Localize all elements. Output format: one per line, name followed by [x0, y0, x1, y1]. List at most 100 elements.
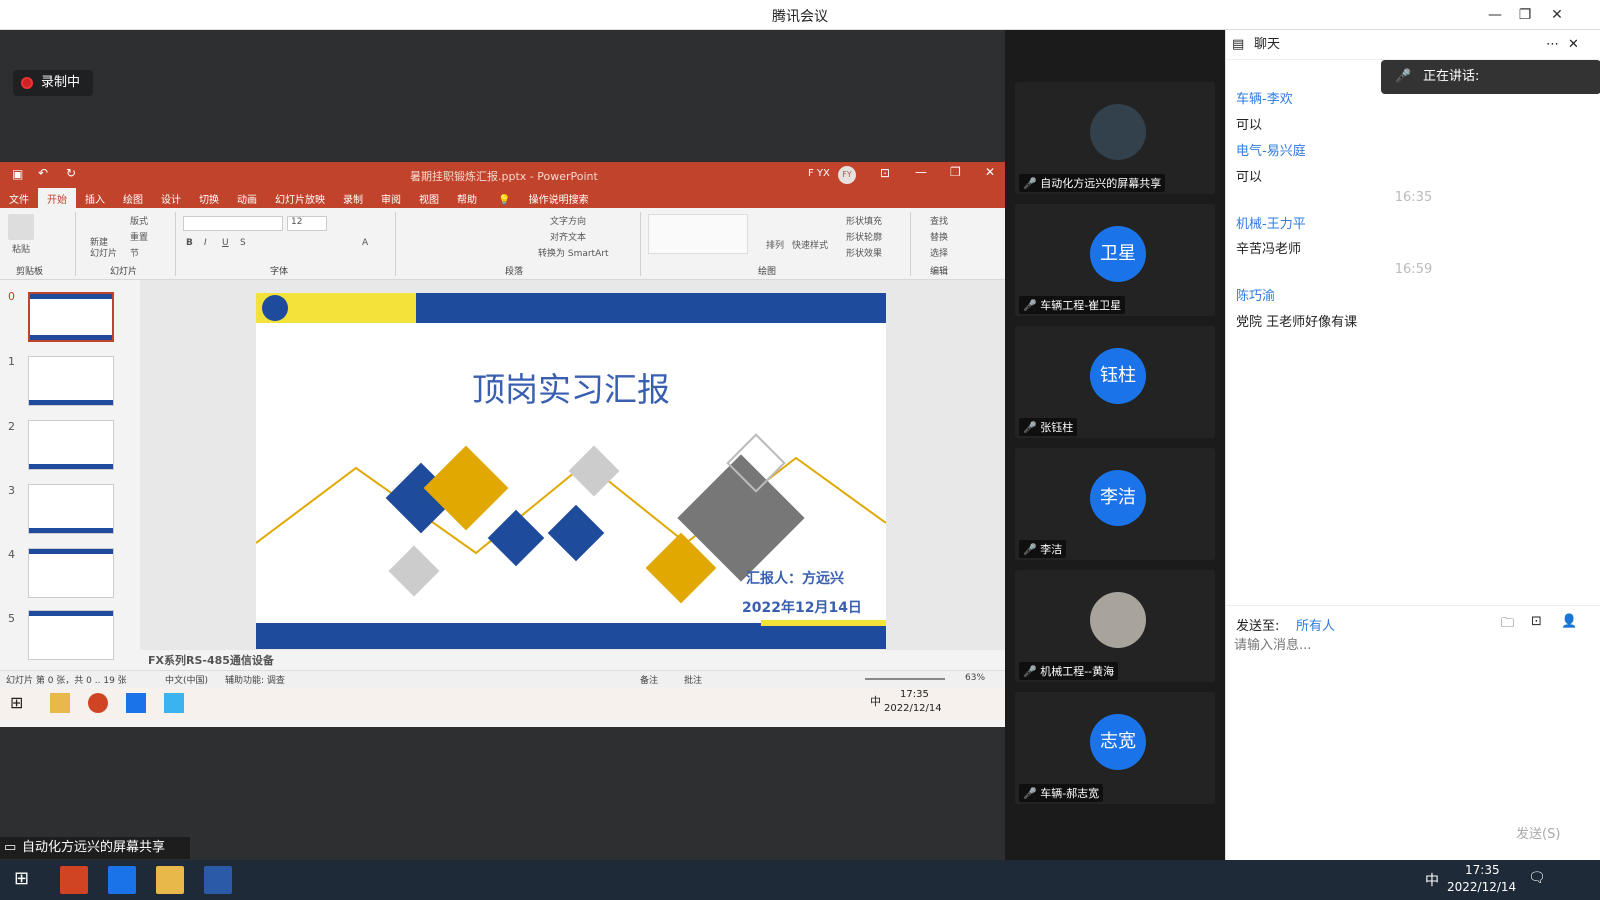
ppt-search-hint[interactable]: 操作说明搜索 — [520, 188, 598, 209]
tab-home[interactable]: 开始 — [38, 188, 76, 209]
chat-message: 辛苦冯老师 — [1236, 242, 1302, 257]
ime-indicator[interactable]: 中 — [870, 693, 881, 709]
ppt-restore-icon[interactable]: ❐ — [950, 165, 961, 179]
chat-sender[interactable]: 车辆-李欢 — [1236, 88, 1293, 107]
send-to-dropdown[interactable]: 所有人 — [1296, 615, 1335, 634]
redo-icon[interactable]: ↻ — [66, 166, 76, 180]
underline-icon[interactable]: U — [222, 238, 229, 248]
ppt-user-avatar[interactable]: FY — [838, 166, 856, 184]
folder-icon[interactable]: 🗀 — [1501, 614, 1514, 636]
undo-icon[interactable]: ↶ — [38, 166, 48, 180]
align-text-button[interactable]: 对齐文本 — [550, 230, 586, 243]
chat-close-icon[interactable]: ✕ — [1568, 30, 1579, 60]
shape-fill-button[interactable]: 形状填充 — [846, 214, 882, 227]
ppt-ribbon-tabs: 文件 开始 插入 绘图 设计 切换 动画 幻灯片放映 录制 审阅 视图 帮助 💡 操作说明搜索 — [0, 188, 1005, 209]
chat-sender[interactable]: 机械-王力平 — [1236, 213, 1306, 232]
smartart-button[interactable]: 转换为 SmartArt — [538, 246, 608, 259]
minimize-icon[interactable]: — — [1484, 4, 1506, 26]
shadow-icon[interactable]: S — [240, 238, 246, 248]
notes-pane[interactable]: FX系列RS-485通信设备 — [140, 650, 1005, 670]
new-slide-button[interactable]: 新建 幻灯片 — [90, 238, 117, 260]
tab-review[interactable]: 审阅 — [372, 188, 410, 209]
tab-draw[interactable]: 绘图 — [114, 188, 152, 209]
font-color-icon[interactable]: A — [362, 238, 368, 248]
more-icon[interactable]: ⋯ — [1546, 30, 1559, 60]
tab-slideshow[interactable]: 幻灯片放映 — [266, 188, 334, 209]
chat-sender[interactable]: 电气-易兴庭 — [1236, 140, 1306, 159]
send-button[interactable]: 发送(S) — [1516, 823, 1560, 842]
arrange-button[interactable]: 排列 — [766, 238, 784, 251]
participant-tile[interactable]: 卫星 🎤 车辆工程-崔卫星 — [1015, 204, 1215, 316]
powerpoint-icon[interactable] — [88, 693, 108, 713]
tencent-meeting-taskbar-icon[interactable] — [108, 866, 136, 894]
layout-button[interactable]: 版式 — [130, 214, 148, 227]
tencent-meeting-icon[interactable] — [126, 693, 146, 713]
tab-transitions[interactable]: 切换 — [190, 188, 228, 209]
tab-insert[interactable]: 插入 — [76, 188, 114, 209]
comments-button[interactable]: 批注 — [684, 673, 702, 686]
chat-input[interactable] — [1234, 634, 1589, 814]
ppt-minimize-icon[interactable]: — — [915, 165, 927, 179]
zoom-level[interactable]: 63% — [965, 673, 985, 683]
participant-tile[interactable]: 李洁 🎤 李洁 — [1015, 448, 1215, 560]
restore-icon[interactable]: ❐ — [1514, 4, 1536, 26]
participant-tile[interactable]: 志宽 🎤 车辆-郝志宽 — [1015, 692, 1215, 804]
section-button[interactable]: 节 — [130, 246, 139, 259]
slide-thumbnail[interactable] — [28, 484, 114, 534]
slide-thumbnail[interactable] — [28, 610, 114, 660]
close-icon[interactable]: ✕ — [1546, 4, 1568, 26]
italic-icon[interactable]: I — [204, 238, 207, 248]
font-size-box[interactable]: 12 — [287, 216, 327, 231]
participant-photo — [1090, 104, 1146, 160]
shapes-gallery[interactable] — [648, 214, 748, 254]
chat-timestamp: 16:35 — [1394, 190, 1433, 205]
lightbulb-icon: 💡 — [498, 195, 511, 206]
paste-button[interactable]: 粘贴 — [12, 242, 30, 255]
word-taskbar-icon[interactable] — [204, 866, 232, 894]
participant-tile[interactable]: 🎤 机械工程--黄海 — [1015, 570, 1215, 682]
select-button[interactable]: 选择 — [930, 246, 948, 259]
find-button[interactable]: 查找 — [930, 214, 948, 227]
notes-button[interactable]: 备注 — [640, 673, 658, 686]
quick-style-button[interactable]: 快速样式 — [792, 238, 828, 251]
briefcase-icon[interactable]: ⊡ — [1531, 614, 1542, 629]
font-name-box[interactable] — [183, 216, 283, 231]
recording-indicator[interactable]: 录制中 — [13, 70, 93, 96]
accessibility-status[interactable]: 辅助功能: 调查 — [225, 673, 285, 686]
windows-start-icon[interactable]: ⊞ — [14, 868, 29, 889]
ime-indicator[interactable]: 中 — [1425, 870, 1439, 890]
tab-record[interactable]: 录制 — [334, 188, 372, 209]
text-direction-button[interactable]: 文字方向 — [550, 214, 586, 227]
tab-design[interactable]: 设计 — [152, 188, 190, 209]
tab-view[interactable]: 视图 — [410, 188, 448, 209]
participant-tile[interactable]: 钰柱 🎤 张钰柱 — [1015, 326, 1215, 438]
zoom-slider[interactable] — [865, 678, 945, 680]
reset-button[interactable]: 重置 — [130, 230, 148, 243]
notification-icon[interactable]: 🗨 — [1528, 870, 1546, 886]
replace-button[interactable]: 替换 — [930, 230, 948, 243]
app-icon[interactable] — [164, 693, 184, 713]
shape-outline-button[interactable]: 形状轮廓 — [846, 230, 882, 243]
ribbon-display-icon[interactable]: ⊡ — [880, 166, 890, 180]
slide-thumbnail[interactable] — [28, 292, 114, 342]
language-status[interactable]: 中文(中国) — [165, 673, 208, 686]
tab-file[interactable]: 文件 — [0, 188, 38, 209]
bold-icon[interactable]: B — [186, 238, 193, 248]
save-icon[interactable]: ▣ — [12, 167, 23, 181]
ppt-close-icon[interactable]: ✕ — [985, 165, 995, 179]
windows-start-icon[interactable]: ⊞ — [10, 693, 23, 712]
chat-sender[interactable]: 陈巧渝 — [1236, 285, 1275, 304]
slide-thumbnail[interactable] — [28, 356, 114, 406]
tab-animations[interactable]: 动画 — [228, 188, 266, 209]
current-slide[interactable]: 顶岗实习汇报 汇报人：方远兴 2022年12月14日 — [256, 293, 886, 649]
file-explorer-taskbar-icon[interactable] — [156, 866, 184, 894]
shape-effect-button[interactable]: 形状效果 — [846, 246, 882, 259]
file-explorer-icon[interactable] — [50, 693, 70, 713]
slide-thumbnail[interactable] — [28, 420, 114, 470]
slide-thumbnail[interactable] — [28, 548, 114, 598]
tab-help[interactable]: 帮助 — [448, 188, 486, 209]
powerpoint-taskbar-icon[interactable] — [60, 866, 88, 894]
paste-icon[interactable] — [8, 214, 34, 240]
participant-tile[interactable]: 🎤 自动化方远兴的屏幕共享 — [1015, 82, 1215, 194]
user-icon[interactable]: 👤 — [1561, 614, 1577, 629]
